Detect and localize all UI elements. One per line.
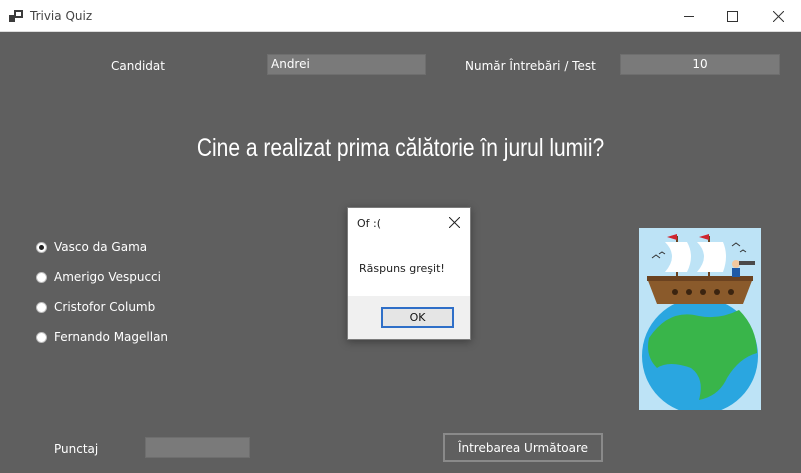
score-label: Punctaj xyxy=(54,442,99,456)
radio-button[interactable] xyxy=(36,271,47,283)
close-button[interactable] xyxy=(755,0,801,32)
candidate-label: Candidat xyxy=(111,59,165,73)
option-label: Vasco da Gama xyxy=(54,240,148,254)
radio-button[interactable] xyxy=(36,301,47,313)
option-vasco-da-gama[interactable]: Vasco da Gama xyxy=(36,240,147,254)
option-cristofor-columb[interactable]: Cristofor Columb xyxy=(36,300,155,314)
questions-per-test-input[interactable]: 10 xyxy=(620,54,780,75)
candidate-input[interactable]: Andrei xyxy=(267,54,426,75)
questions-per-test-label: Număr Întrebări / Test xyxy=(465,59,596,73)
window-title: Trivia Quiz xyxy=(30,9,93,23)
maximize-button[interactable] xyxy=(709,0,755,32)
option-label: Amerigo Vespucci xyxy=(54,270,161,284)
close-icon xyxy=(772,10,784,22)
dialog-title: Of :( xyxy=(357,217,382,230)
minimize-button[interactable] xyxy=(666,0,712,32)
option-label: Fernando Magellan xyxy=(54,330,169,344)
option-label: Cristofor Columb xyxy=(54,300,156,314)
minimize-icon xyxy=(683,15,694,17)
radio-button[interactable] xyxy=(36,331,47,343)
ok-button[interactable]: OK xyxy=(381,307,454,328)
close-icon[interactable] xyxy=(449,217,460,228)
maximize-icon xyxy=(726,10,738,22)
dialog-message: Răspuns greşit! xyxy=(359,262,445,275)
ship-on-globe-illustration xyxy=(639,228,761,410)
next-question-button[interactable]: Întrebarea Următoare xyxy=(443,433,603,462)
option-amerigo-vespucci[interactable]: Amerigo Vespucci xyxy=(36,270,161,284)
score-input[interactable] xyxy=(145,437,250,458)
question-text: Cine a realizat prima călătorie în jurul… xyxy=(196,134,605,162)
app-icon xyxy=(9,10,23,22)
radio-button[interactable] xyxy=(36,241,47,253)
title-bar: Trivia Quiz xyxy=(0,0,801,32)
option-fernando-magellan[interactable]: Fernando Magellan xyxy=(36,330,168,344)
message-dialog: Of :( Răspuns greşit! OK xyxy=(347,207,471,340)
